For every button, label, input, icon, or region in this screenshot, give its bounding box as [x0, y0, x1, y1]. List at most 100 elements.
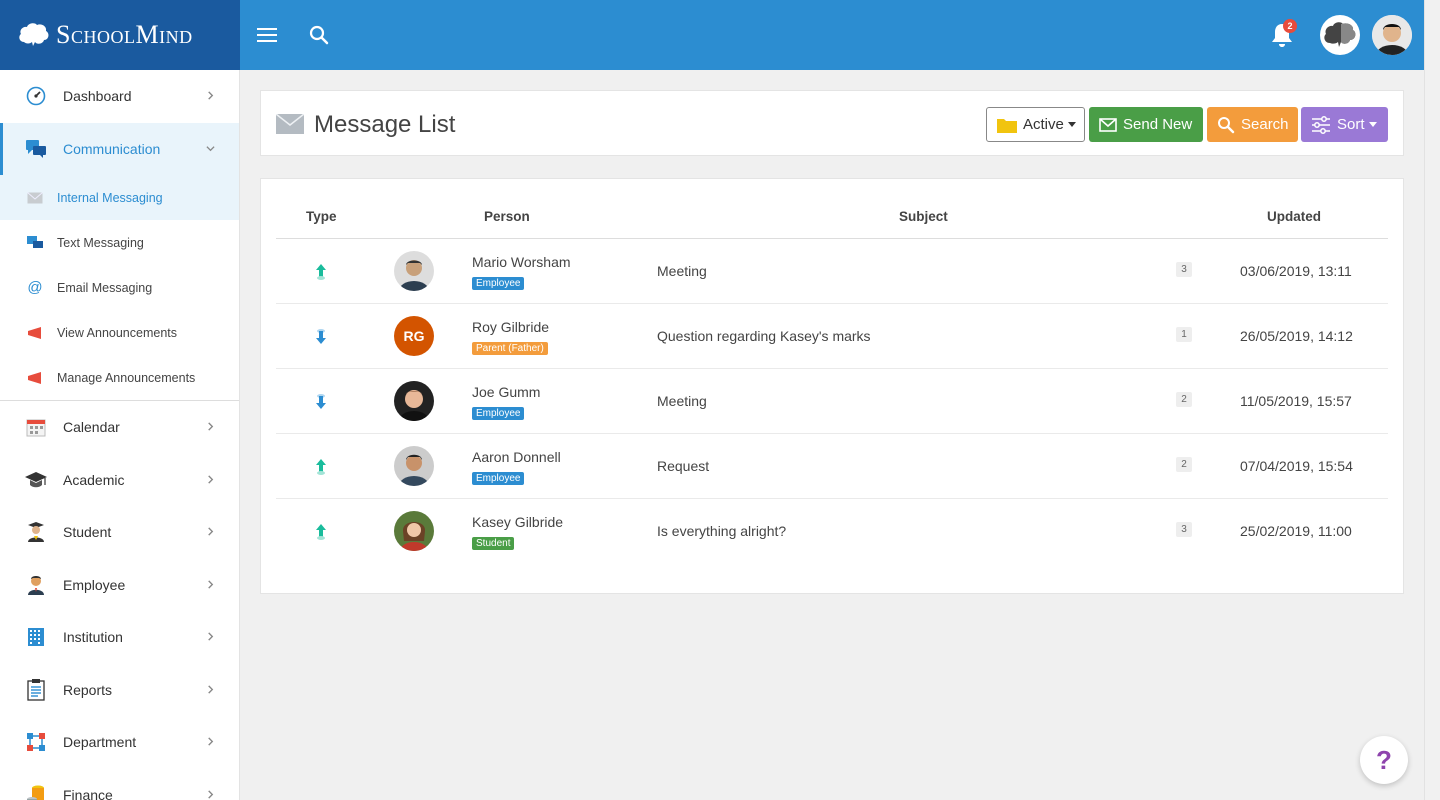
person-name[interactable]: Mario Worsham [472, 254, 571, 270]
sidebar-subitem-label: Text Messaging [57, 235, 144, 250]
sliders-icon [1311, 115, 1331, 134]
message-subject[interactable]: Meeting [657, 393, 707, 409]
chevron-right-icon [208, 685, 214, 694]
status-filter-label: Active [1023, 116, 1064, 133]
school-avatar[interactable] [1320, 15, 1360, 55]
sidebar-item-label: Reports [63, 681, 113, 698]
person-name[interactable]: Roy Gilbride [472, 319, 549, 335]
avatar[interactable] [394, 251, 434, 291]
avatar[interactable] [394, 381, 434, 421]
status-filter-dropdown[interactable]: Active [986, 107, 1085, 142]
coins-icon [24, 783, 48, 800]
role-badge: Employee [472, 407, 525, 420]
search-button[interactable]: Search [1207, 107, 1298, 142]
avatar[interactable] [394, 511, 434, 551]
search-label: Search [1241, 116, 1289, 133]
table-header: Type Person Subject Updated [276, 179, 1388, 239]
sidebar-item-academic[interactable]: Academic [0, 454, 239, 507]
sort-dropdown[interactable]: Sort [1301, 107, 1388, 142]
sidebar-item-label: Institution [63, 629, 123, 646]
chat-icon [26, 235, 44, 251]
megaphone-icon [26, 325, 44, 341]
avatar[interactable] [394, 446, 434, 486]
sidebar-item-student[interactable]: Student [0, 506, 239, 559]
page-scrollbar[interactable] [1424, 0, 1440, 800]
table-row[interactable]: Joe Gumm Employee Meeting 2 11/05/2019, … [276, 369, 1388, 434]
column-header-type[interactable]: Type [306, 209, 337, 224]
column-header-updated[interactable]: Updated [1267, 209, 1321, 224]
page-header-card: Message List Active Send New Search Sort [260, 90, 1404, 156]
sidebar-item-calendar[interactable]: Calendar [0, 401, 239, 454]
brand[interactable]: SchoolMind [0, 0, 240, 70]
sidebar-item-finance[interactable]: Finance [0, 769, 239, 800]
hamburger-icon [257, 28, 277, 42]
sidebar-item-reports[interactable]: Reports [0, 664, 239, 717]
sidebar-item-communication[interactable]: Communication [0, 122, 239, 175]
caret-down-icon [1067, 122, 1076, 127]
sidebar-item-label: Department [63, 734, 137, 751]
column-header-person[interactable]: Person [484, 209, 530, 224]
avatar[interactable]: RG [394, 316, 434, 356]
sidebar-item-employee[interactable]: Employee [0, 559, 239, 612]
sidebar-subitem-label: Internal Messaging [57, 190, 163, 205]
role-badge: Parent (Father) [472, 342, 548, 355]
sidebar-subitem-internal-messaging[interactable]: Internal Messaging [0, 175, 239, 220]
updated-timestamp: 07/04/2019, 15:54 [1240, 458, 1353, 474]
message-subject[interactable]: Is everything alright? [657, 523, 786, 539]
person-name[interactable]: Aaron Donnell [472, 449, 561, 465]
user-photo-icon [1372, 15, 1412, 55]
message-count-badge: 2 [1176, 392, 1192, 407]
column-header-subject[interactable]: Subject [899, 209, 948, 224]
calendar-icon [24, 415, 48, 439]
table-row[interactable]: Kasey Gilbride Student Is everything alr… [276, 499, 1388, 564]
message-subject[interactable]: Question regarding Kasey's marks [657, 328, 871, 344]
table-row[interactable]: Mario Worsham Employee Meeting 3 03/06/2… [276, 239, 1388, 304]
send-new-label: Send New [1123, 116, 1193, 133]
sidebar-subitem-manage-announcements[interactable]: Manage Announcements [0, 355, 239, 400]
sidebar-item-label: Employee [63, 576, 126, 593]
search-icon [1217, 116, 1235, 134]
table-row[interactable]: RG Roy Gilbride Parent (Father) Question… [276, 304, 1388, 369]
menu-toggle-button[interactable] [252, 20, 282, 50]
message-count-badge: 1 [1176, 327, 1192, 342]
help-button[interactable]: ? [1360, 736, 1408, 784]
chevron-right-icon [208, 632, 214, 641]
chevron-down-icon [206, 145, 215, 152]
outgoing-arrow-icon [316, 524, 326, 540]
send-new-button[interactable]: Send New [1089, 107, 1203, 142]
sidebar-item-label: Communication [63, 140, 161, 157]
outgoing-arrow-icon [316, 264, 326, 280]
sidebar-item-dashboard[interactable]: Dashboard [0, 70, 239, 123]
brain-logo-icon [1324, 22, 1356, 47]
folder-icon [997, 117, 1017, 133]
updated-timestamp: 26/05/2019, 14:12 [1240, 328, 1353, 344]
person-name[interactable]: Kasey Gilbride [472, 514, 563, 530]
user-avatar[interactable] [1372, 15, 1412, 55]
outgoing-arrow-icon [316, 459, 326, 475]
incoming-arrow-icon [316, 329, 326, 344]
message-subject[interactable]: Request [657, 458, 709, 474]
table-row[interactable]: Aaron Donnell Employee Request 2 07/04/2… [276, 434, 1388, 499]
envelope-icon [1099, 117, 1117, 132]
sidebar-item-institution[interactable]: Institution [0, 611, 239, 664]
sidebar-item-department[interactable]: Department [0, 716, 239, 769]
sidebar-item-label: Finance [63, 786, 113, 800]
megaphone-icon [26, 370, 44, 386]
chevron-right-icon [208, 91, 214, 100]
brand-name: SchoolMind [56, 20, 193, 49]
notifications-button[interactable]: 2 [1267, 19, 1297, 50]
sidebar-subitem-email-messaging[interactable]: @ Email Messaging [0, 265, 239, 310]
person-name[interactable]: Joe Gumm [472, 384, 540, 400]
sidebar-subitem-view-announcements[interactable]: View Announcements [0, 310, 239, 355]
role-badge: Employee [472, 277, 525, 290]
chevron-right-icon [208, 580, 214, 589]
sidebar-subitem-text-messaging[interactable]: Text Messaging [0, 220, 239, 265]
chevron-right-icon [208, 790, 214, 799]
envelope-icon [276, 114, 304, 134]
message-count-badge: 2 [1176, 457, 1192, 472]
message-subject[interactable]: Meeting [657, 263, 707, 279]
person-photo-icon [394, 511, 434, 551]
graduation-cap-icon [24, 468, 48, 492]
report-icon [24, 678, 48, 702]
header-search-button[interactable] [304, 20, 334, 50]
